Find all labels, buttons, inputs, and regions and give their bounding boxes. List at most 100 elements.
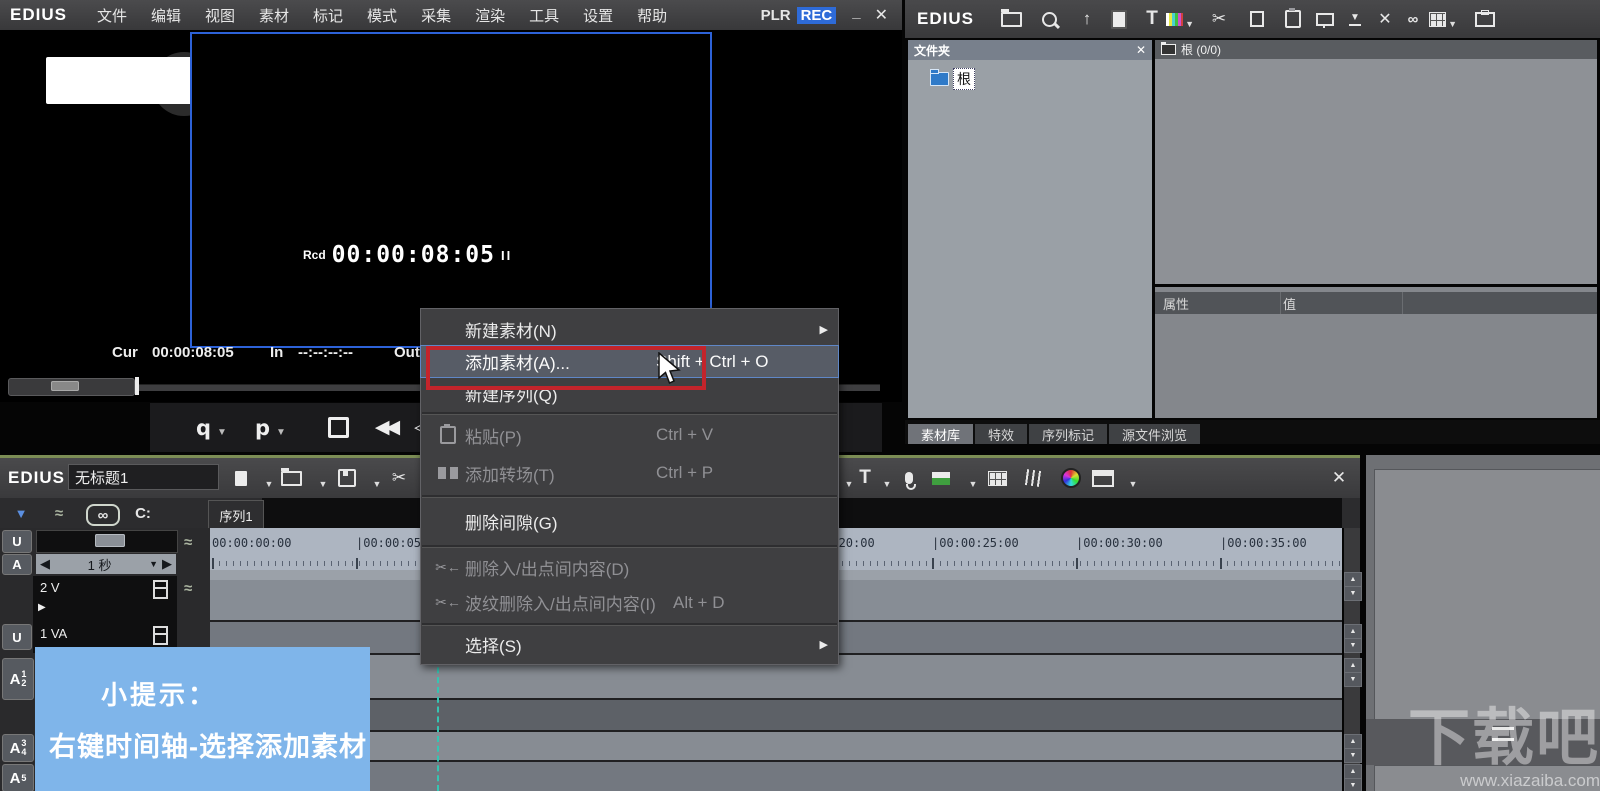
export-dropdown-icon[interactable]: ▼ — [960, 472, 986, 496]
timeline-zoom-bar[interactable]: ◀ 1 秒 ▼ ▶ — [36, 554, 176, 574]
ripple-sync-icon[interactable]: ≈ — [184, 534, 192, 551]
scroll-down-icon[interactable]: ▼ — [1344, 778, 1362, 791]
close-button[interactable]: ✕ — [875, 5, 888, 25]
layout-icon[interactable] — [1090, 466, 1116, 490]
sequence-tab[interactable]: 序列1 — [208, 500, 264, 529]
folder-panel-close-icon[interactable]: ✕ — [1136, 43, 1146, 57]
ripple-sync-icon-2[interactable]: ≈ — [184, 580, 192, 597]
menu-clip[interactable]: 素材 — [259, 5, 289, 26]
ripple-mode-icon[interactable]: ≈ — [46, 501, 72, 525]
title-clip-icon[interactable]: T — [1138, 6, 1166, 32]
shuttle-slider[interactable] — [8, 378, 135, 396]
open-project-icon[interactable] — [278, 466, 304, 490]
minimize-button[interactable]: _ — [852, 4, 860, 21]
track-lane-a34[interactable] — [210, 732, 1342, 762]
new-folder-icon[interactable] — [997, 6, 1025, 32]
menu-item-ripple-delete-inout[interactable]: ✂← 波纹删除入/出点间内容(I) Alt + D — [421, 584, 838, 621]
paste-icon[interactable] — [1279, 6, 1307, 32]
timeline-close-icon[interactable]: ✕ — [1326, 466, 1352, 490]
add-to-timeline-icon[interactable]: ▼ — [1341, 6, 1369, 32]
scroll-down-icon[interactable]: ▼ — [1344, 638, 1362, 653]
plr-button[interactable]: PLR — [761, 7, 791, 24]
loop-icon[interactable]: ∞ — [86, 504, 120, 526]
copy-icon[interactable] — [1243, 6, 1271, 32]
track-button-a34[interactable]: A 34 — [2, 734, 34, 762]
multicam-grid-icon[interactable] — [984, 466, 1010, 490]
track-button-a56[interactable]: A 5 — [2, 764, 34, 791]
menu-file[interactable]: 文件 — [97, 5, 127, 26]
menu-item-paste[interactable]: 粘贴(P) Ctrl + V — [421, 417, 838, 453]
view-mode-icon[interactable]: ▼ — [1429, 6, 1457, 32]
menu-item-add-transition[interactable]: 添加转场(T) Ctrl + P — [421, 453, 838, 493]
track-height-thumb[interactable] — [95, 534, 125, 547]
menu-settings[interactable]: 设置 — [583, 5, 613, 26]
mark-in-icon[interactable]: q — [196, 416, 211, 440]
root-folder-item[interactable]: 根 — [930, 68, 975, 90]
track-header-v2[interactable]: 2 V ▶ — [33, 576, 177, 622]
zoom-dropdown-icon[interactable]: ▼ — [149, 559, 158, 569]
track-lane-gap[interactable] — [210, 700, 1342, 732]
open-dropdown-icon[interactable]: ▼ — [310, 472, 336, 496]
timeline-cut-icon[interactable]: ✂ — [386, 466, 412, 490]
tab-bin[interactable]: 素材库 — [908, 424, 973, 444]
stop-icon[interactable] — [328, 417, 349, 438]
link-icon[interactable]: ∞ — [1399, 6, 1427, 32]
tab-sequence-marker[interactable]: 序列标记 — [1029, 424, 1107, 444]
scroll-down-icon[interactable]: ▼ — [1344, 586, 1362, 601]
track-height-slider[interactable] — [36, 530, 178, 553]
add-clip-icon[interactable] — [1105, 6, 1133, 32]
shuttle-thumb[interactable] — [51, 381, 79, 391]
mark-out-icon[interactable]: p — [255, 416, 270, 440]
track-lane-a56[interactable] — [210, 762, 1342, 791]
menu-edit[interactable]: 编辑 — [151, 5, 181, 26]
rec-button[interactable]: REC — [797, 7, 837, 24]
property-column-header[interactable]: 属性 — [1155, 294, 1283, 313]
rewind-icon[interactable]: ◀◀ — [375, 416, 396, 439]
scroll-up-icon[interactable]: ▲ — [1344, 764, 1362, 779]
u-track-button[interactable]: U — [2, 530, 32, 553]
menu-capture[interactable]: 采集 — [421, 5, 451, 26]
tab-effects[interactable]: 特效 — [975, 424, 1027, 444]
color-wheel-icon[interactable] — [1058, 466, 1084, 490]
pin-icon[interactable] — [1311, 6, 1339, 32]
zoom-left-icon[interactable]: ◀ — [40, 556, 50, 572]
menu-mode[interactable]: 模式 — [367, 5, 397, 26]
menu-marker[interactable]: 标记 — [313, 5, 343, 26]
menu-item-select[interactable]: 选择(S) ▶ — [421, 628, 838, 660]
tab-source-browser[interactable]: 源文件浏览 — [1109, 424, 1200, 444]
mixer-icon[interactable] — [1020, 466, 1046, 490]
u-track-button-va[interactable]: U — [2, 624, 32, 650]
new-sequence-icon[interactable] — [228, 466, 254, 490]
colorbar-clip-icon[interactable]: ▼ — [1166, 6, 1194, 32]
scroll-up-icon[interactable]: ▲ — [1344, 572, 1362, 587]
a-track-button[interactable]: A — [2, 554, 32, 575]
zoom-right-icon[interactable]: ▶ — [162, 556, 172, 572]
column-divider[interactable] — [1280, 292, 1281, 314]
layout-dropdown-icon[interactable]: ▼ — [1120, 472, 1146, 496]
menu-tools[interactable]: 工具 — [529, 5, 559, 26]
mark-in-dropdown-icon[interactable]: ▼ — [217, 427, 227, 438]
search-icon[interactable] — [1035, 6, 1063, 32]
menu-view[interactable]: 视图 — [205, 5, 235, 26]
menu-item-new-clip[interactable]: 新建素材(N) ▶ — [421, 313, 838, 346]
scroll-up-icon[interactable]: ▲ — [1344, 658, 1362, 673]
toolbox-icon[interactable] — [1471, 6, 1499, 32]
menu-item-delete-gap[interactable]: 删除间隙(G) — [421, 500, 838, 543]
scroll-down-icon[interactable]: ▼ — [1344, 672, 1362, 687]
value-column-header[interactable]: 值 — [1283, 294, 1296, 313]
scroll-down-icon[interactable]: ▼ — [1344, 748, 1362, 763]
scroll-up-icon[interactable]: ▲ — [1344, 624, 1362, 639]
scroll-up-icon[interactable]: ▲ — [1344, 734, 1362, 749]
track-button-a12[interactable]: A 12 — [2, 658, 34, 700]
column-divider-2[interactable] — [1402, 292, 1403, 314]
export-icon[interactable] — [928, 466, 954, 490]
mark-out-dropdown-icon[interactable]: ▼ — [276, 427, 286, 438]
expand-track-icon[interactable]: ▶ — [38, 602, 46, 613]
snap-magnet-icon[interactable]: C: — [130, 501, 156, 525]
up-folder-icon[interactable]: ↑ — [1073, 6, 1101, 32]
position-marker[interactable] — [135, 377, 139, 395]
menu-help[interactable]: 帮助 — [637, 5, 667, 26]
sequence-name-field[interactable] — [68, 464, 219, 490]
save-icon[interactable] — [334, 466, 360, 490]
cut-icon[interactable]: ✂ — [1205, 6, 1233, 32]
